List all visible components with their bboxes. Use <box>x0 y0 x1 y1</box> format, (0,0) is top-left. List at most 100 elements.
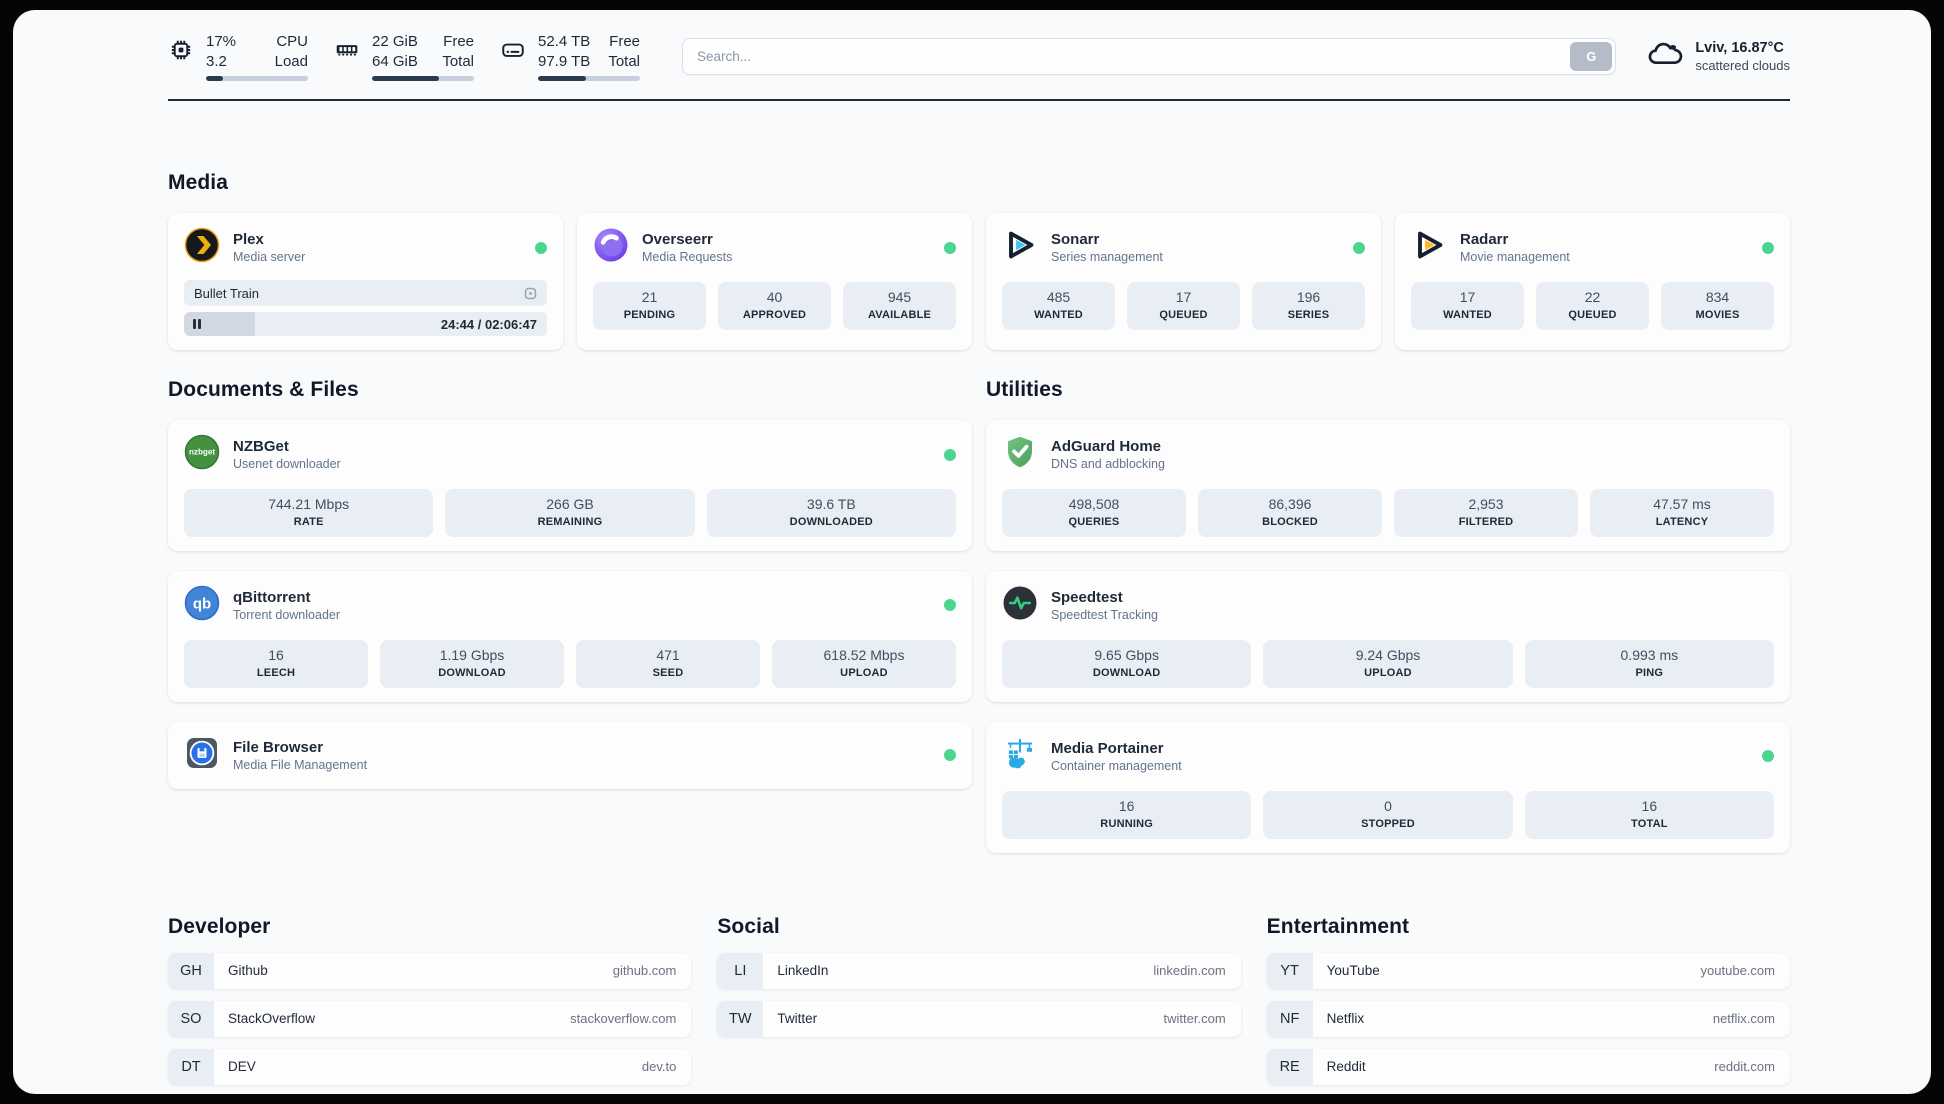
bookmark-linkedin[interactable]: LI LinkedIn linkedin.com <box>717 952 1241 989</box>
status-dot-online <box>1353 241 1365 254</box>
service-description: Container management <box>1051 759 1182 774</box>
service-card-filebrowser[interactable]: File Browser Media File Management <box>168 721 972 789</box>
weather-location-temp: Lviv, 16.87°C <box>1695 39 1784 56</box>
stat-box: 17 WANTED <box>1411 282 1524 330</box>
cpu-label-bottom: Load <box>274 52 308 70</box>
stat-box: 744.21 Mbps RATE <box>184 489 434 537</box>
bookmark-group-social: Social LI LinkedIn linkedin.com TW Twitt… <box>717 914 1241 1085</box>
stat-box: 196 SERIES <box>1252 282 1365 330</box>
memory-progress-bar <box>372 76 474 81</box>
service-card-radarr[interactable]: Radarr Movie management 17 WANTED 22 QUEUE… <box>1395 213 1790 350</box>
section-title-social: Social <box>717 914 780 938</box>
bookmark-abbr: YT <box>1266 952 1313 989</box>
status-dot-online <box>535 241 547 254</box>
bookmark-netflix[interactable]: NF Netflix netflix.com <box>1266 1000 1790 1037</box>
overseerr-icon <box>593 227 629 268</box>
bookmark-abbr: NF <box>1266 1000 1313 1037</box>
search-input[interactable] <box>682 38 1617 75</box>
bookmark-abbr: DT <box>168 1048 214 1085</box>
bookmark-url: linkedin.com <box>1153 963 1226 979</box>
service-description: Movie management <box>1460 250 1570 265</box>
cpu-icon <box>168 37 194 81</box>
weather-condition: scattered clouds <box>1695 58 1790 74</box>
service-description: Speedtest Tracking <box>1051 608 1159 623</box>
disk-label-top: Free <box>609 33 640 50</box>
stat-box: 22 QUEUED <box>1536 282 1649 330</box>
bookmark-name: Netflix <box>1326 1011 1365 1027</box>
bookmark-url: stackoverflow.com <box>570 1011 677 1027</box>
bookmark-reddit[interactable]: RE Reddit reddit.com <box>1266 1048 1790 1085</box>
search-provider-button[interactable]: G <box>1570 42 1613 71</box>
service-description: Media Requests <box>642 250 733 265</box>
memory-free-value: 22 GiB <box>372 33 418 50</box>
bookmark-youtube[interactable]: YT YouTube youtube.com <box>1266 952 1790 989</box>
playback-progress-bar: 24:44 / 02:06:47 <box>184 312 547 336</box>
now-playing-row: Bullet Train <box>184 280 547 306</box>
bookmark-name: DEV <box>228 1059 256 1075</box>
bookmark-group-entertainment: Entertainment YT YouTube youtube.com NF … <box>1266 914 1790 1085</box>
plex-icon <box>184 227 220 268</box>
service-name: Plex <box>233 230 264 248</box>
cpu-percent: 17% <box>206 33 237 50</box>
bookmark-url: dev.to <box>641 1059 677 1075</box>
service-name: NZBGet <box>233 437 289 455</box>
bookmark-url: youtube.com <box>1700 963 1775 979</box>
section-title-entertainment: Entertainment <box>1266 914 1410 938</box>
bookmark-name: LinkedIn <box>777 963 829 979</box>
bookmark-name: Github <box>228 963 268 979</box>
stat-box: 266 GB REMAINING <box>445 489 695 537</box>
stat-box: 485 WANTED <box>1002 282 1115 330</box>
cpu-widget: 17% CPU 3.2 Load <box>168 32 308 81</box>
bookmark-stackoverflow[interactable]: SO StackOverflow stackoverflow.com <box>168 1000 692 1037</box>
svg-text:nzbget: nzbget <box>189 448 215 457</box>
cpu-label-top: CPU <box>276 33 308 50</box>
cpu-load-value: 3.2 <box>206 52 227 70</box>
bookmark-abbr: SO <box>168 1000 214 1037</box>
status-dot-online <box>944 241 956 254</box>
service-card-speedtest[interactable]: Speedtest Speedtest Tracking 9.65 Gbps DO… <box>986 570 1790 702</box>
disk-icon <box>500 37 526 81</box>
section-title-documents: Documents & Files <box>168 378 359 401</box>
filebrowser-icon <box>184 735 220 776</box>
service-card-plex[interactable]: Plex Media server Bullet Train 24:44 / 0… <box>168 213 563 350</box>
bookmark-name: Reddit <box>1326 1059 1366 1075</box>
search-form: G <box>682 38 1617 75</box>
stat-box: 9.24 Gbps UPLOAD <box>1263 639 1513 688</box>
cpu-progress-bar <box>206 76 308 81</box>
status-dot-online <box>944 749 956 762</box>
service-description: DNS and adblocking <box>1051 457 1165 472</box>
header-divider <box>168 99 1790 101</box>
service-card-portainer[interactable]: Media Portainer Container management 16 R… <box>986 721 1790 853</box>
media-card-grid: Plex Media server Bullet Train 24:44 / 0… <box>168 213 1790 350</box>
top-bar: 17% CPU 3.2 Load 22 GiB Free 64 GiB Total <box>168 32 1790 81</box>
stat-box: 0 STOPPED <box>1263 790 1513 839</box>
svg-text:qb: qb <box>193 595 211 612</box>
bookmark-abbr: LI <box>717 952 764 989</box>
service-description: Torrent downloader <box>233 608 341 623</box>
service-card-adguard[interactable]: AdGuard Home DNS and adblocking 498,508 Q… <box>986 420 1790 551</box>
disk-label-bottom: Total <box>608 52 640 70</box>
bookmark-name: Twitter <box>777 1011 818 1027</box>
bookmark-twitter[interactable]: TW Twitter twitter.com <box>717 1000 1241 1037</box>
pause-button[interactable] <box>193 319 201 329</box>
service-name: Media Portainer <box>1051 739 1164 757</box>
adguard-icon <box>1002 434 1038 475</box>
utilities-column: Utilities AdGuard Home DNS and adblockin… <box>986 378 1790 873</box>
weather-widget: Lviv, 16.87°C scattered clouds <box>1646 35 1790 78</box>
status-dot-online <box>944 599 956 612</box>
service-card-sonarr[interactable]: Sonarr Series management 485 WANTED 17 QUE… <box>986 213 1381 350</box>
bookmark-url: github.com <box>612 963 677 979</box>
service-card-overseerr[interactable]: Overseerr Media Requests 21 PENDING 40 APP… <box>577 213 972 350</box>
service-description: Media File Management <box>233 758 368 773</box>
bookmark-github[interactable]: GH Github github.com <box>168 952 692 989</box>
speedtest-icon <box>1002 585 1038 626</box>
bookmark-name: StackOverflow <box>228 1011 316 1027</box>
sonarr-icon <box>1002 227 1038 268</box>
stat-box: 47.57 ms LATENCY <box>1590 489 1774 537</box>
screenshot-frame: 17% CPU 3.2 Load 22 GiB Free 64 GiB Total <box>0 0 1944 1104</box>
bookmark-dev[interactable]: DT DEV dev.to <box>168 1048 692 1085</box>
service-card-qbittorrent[interactable]: qb qBittorrent Torrent downloader 16 LEEC… <box>168 570 972 702</box>
service-description: Series management <box>1051 250 1163 265</box>
service-card-nzbget[interactable]: nzbget NZBGet Usenet downloader 744.21 M… <box>168 420 972 551</box>
memory-label-bottom: Total <box>442 52 474 70</box>
